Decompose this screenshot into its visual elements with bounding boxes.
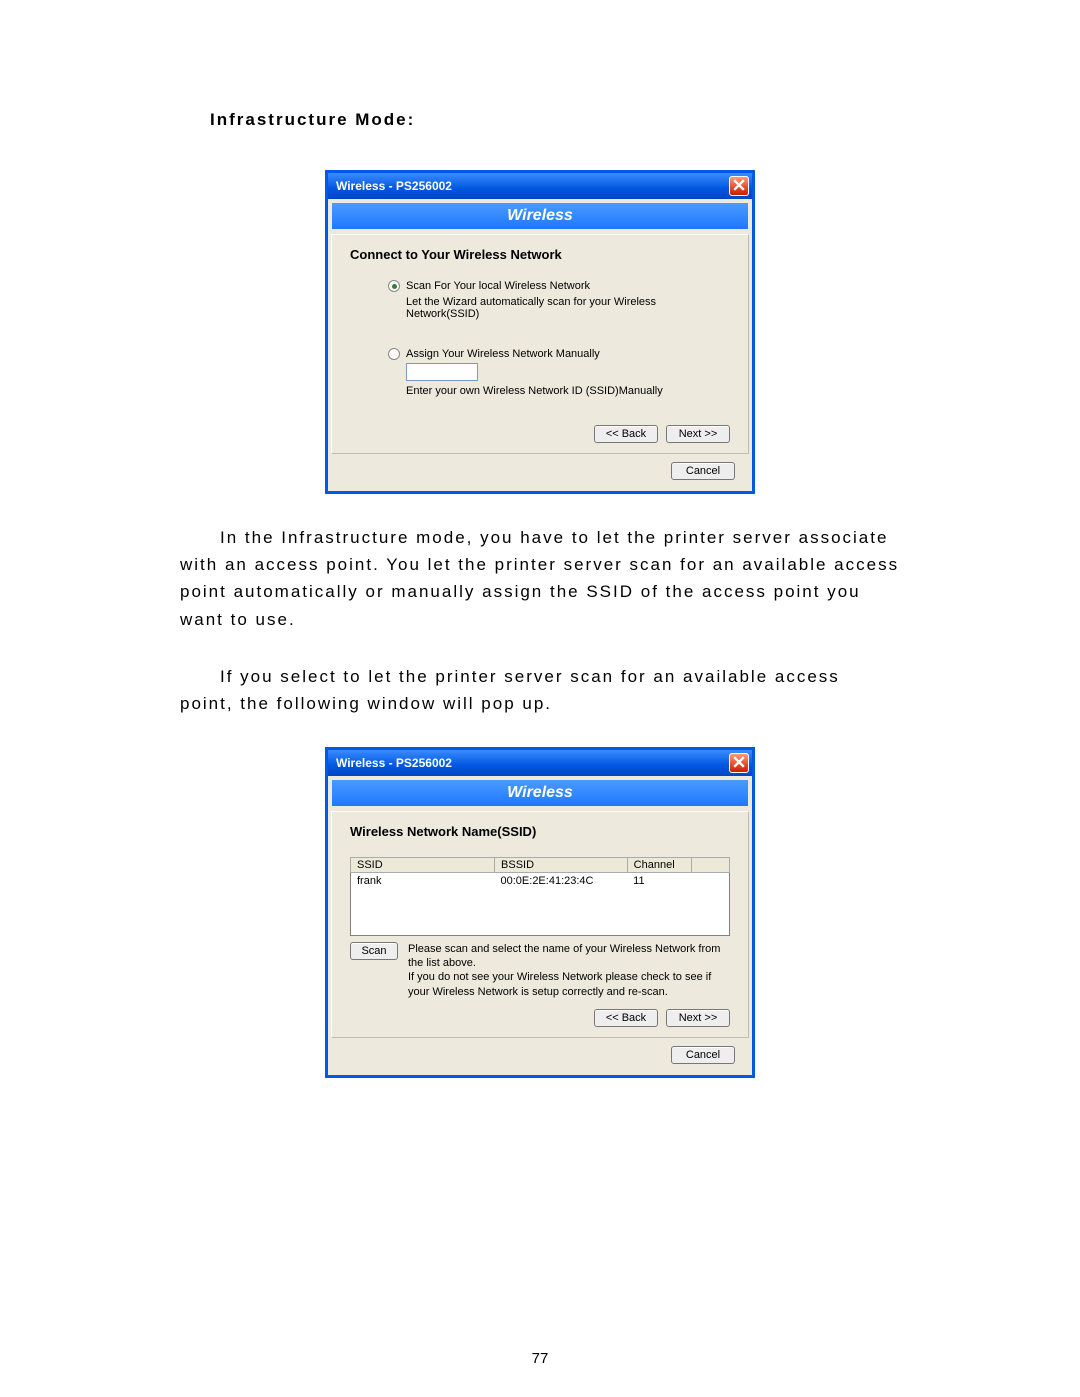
scan-button[interactable]: Scan	[350, 942, 398, 960]
col-bssid[interactable]: BSSID	[495, 858, 628, 873]
col-ssid[interactable]: SSID	[351, 858, 495, 873]
ssid-input[interactable]	[406, 363, 478, 381]
scan-instructions: Please scan and select the name of your …	[408, 942, 730, 999]
radio-scan-desc: Let the Wizard automatically scan for yo…	[406, 296, 730, 320]
table-row[interactable]: frank 00:0E:2E:41:23:4C 11	[351, 873, 730, 890]
cancel-button[interactable]: Cancel	[671, 1046, 735, 1064]
cell-ssid: frank	[351, 873, 495, 890]
section-heading: Infrastructure Mode:	[210, 110, 900, 130]
window-title: Wireless - PS256002	[336, 179, 452, 193]
page-number: 77	[0, 1350, 1080, 1367]
banner-title: Wireless	[331, 779, 749, 807]
titlebar: Wireless - PS256002	[328, 750, 752, 776]
body-paragraph-2: If you select to let the printer server …	[180, 663, 900, 717]
wireless-dialog-1: Wireless - PS256002 Wireless Connect to …	[325, 170, 755, 494]
radio-manual-label: Assign Your Wireless Network Manually	[406, 348, 600, 360]
col-spacer	[692, 858, 730, 873]
col-channel[interactable]: Channel	[627, 858, 691, 873]
panel-heading: Wireless Network Name(SSID)	[350, 824, 730, 839]
titlebar: Wireless - PS256002	[328, 173, 752, 199]
radio-manual[interactable]	[388, 348, 400, 360]
next-button[interactable]: Next >>	[666, 1009, 730, 1027]
panel-heading: Connect to Your Wireless Network	[350, 247, 730, 262]
radio-scan[interactable]	[388, 280, 400, 292]
close-icon	[733, 756, 745, 771]
network-table: SSID BSSID Channel frank 00:0E:2E:41:23:…	[350, 857, 730, 936]
next-button[interactable]: Next >>	[666, 425, 730, 443]
close-icon	[733, 179, 745, 194]
close-button[interactable]	[729, 176, 749, 196]
cell-bssid: 00:0E:2E:41:23:4C	[495, 873, 628, 890]
radio-scan-label: Scan For Your local Wireless Network	[406, 280, 590, 292]
radio-manual-desc: Enter your own Wireless Network ID (SSID…	[406, 385, 730, 397]
body-paragraph-1: In the Infrastructure mode, you have to …	[180, 524, 900, 633]
close-button[interactable]	[729, 753, 749, 773]
cancel-button[interactable]: Cancel	[671, 462, 735, 480]
wireless-dialog-2: Wireless - PS256002 Wireless Wireless Ne…	[325, 747, 755, 1078]
back-button[interactable]: << Back	[594, 1009, 658, 1027]
cell-channel: 11	[627, 873, 691, 890]
window-title: Wireless - PS256002	[336, 756, 452, 770]
back-button[interactable]: << Back	[594, 425, 658, 443]
banner-title: Wireless	[331, 202, 749, 230]
